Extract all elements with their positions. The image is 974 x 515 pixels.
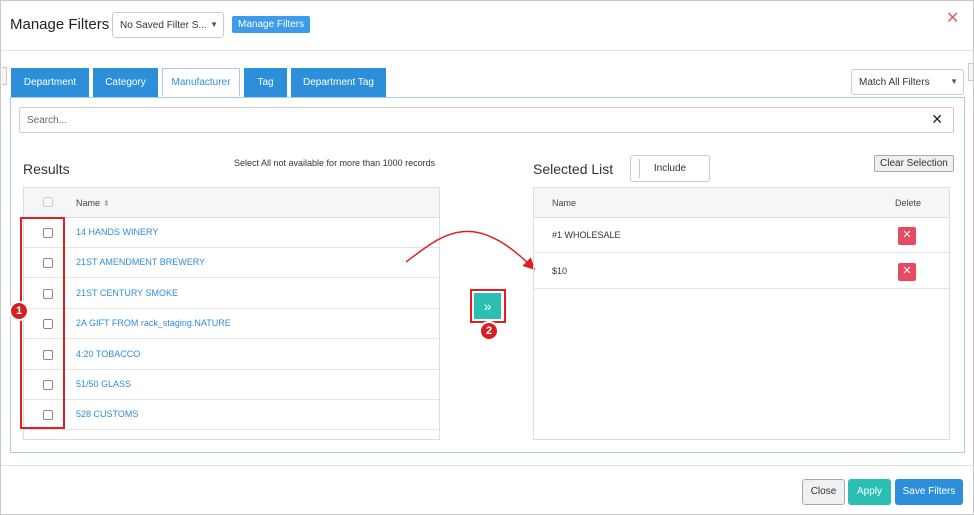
name-column-header[interactable]: Name ⬍ xyxy=(76,198,110,208)
tab-department[interactable]: Department xyxy=(11,68,89,97)
close-icon[interactable]: ✕ xyxy=(946,9,959,29)
caret-down-icon: ▼ xyxy=(210,20,218,29)
tab-tag[interactable]: Tag xyxy=(244,68,287,97)
result-link[interactable]: 528 CUSTOMS xyxy=(76,409,138,419)
select-all-note: Select All not available for more than 1… xyxy=(234,158,436,168)
search-placeholder: Search... xyxy=(27,115,68,126)
annotation-highlight-checkboxes xyxy=(20,217,65,429)
saved-filter-select[interactable]: No Saved Filter S... ▼ xyxy=(112,12,224,38)
result-link[interactable]: 21ST AMENDMENT BREWERY xyxy=(76,257,205,267)
select-all-checkbox[interactable] xyxy=(43,197,53,207)
right-edge-handle xyxy=(968,63,973,81)
result-link[interactable]: 4:20 TOBACCO xyxy=(76,349,140,359)
match-filters-select[interactable]: Match All Filters ▼ xyxy=(851,69,964,95)
toggle-divider xyxy=(639,159,640,178)
annotation-arrow xyxy=(405,230,536,271)
search-input[interactable]: Search... ✕ xyxy=(19,107,954,133)
selected-list-title: Selected List xyxy=(533,161,614,177)
table-row: #1 WHOLESALE ✕ xyxy=(534,218,949,253)
caret-down-icon: ▼ xyxy=(950,77,958,86)
table-row: 4:20 TOBACCO xyxy=(24,340,439,370)
results-title: Results xyxy=(23,161,70,177)
delete-column-header: Delete xyxy=(895,198,922,208)
saved-filter-value: No Saved Filter S... xyxy=(120,20,207,31)
dialog-title: Manage Filters xyxy=(10,16,110,33)
annotation-badge-1: 1 xyxy=(9,301,29,321)
table-row: 14 HANDS WINERY xyxy=(24,218,439,248)
table-row: 528 CUSTOMS xyxy=(24,400,439,430)
match-filters-value: Match All Filters xyxy=(859,77,930,88)
annotation-badge-2: 2 xyxy=(479,321,499,341)
apply-button[interactable]: Apply xyxy=(848,479,891,505)
table-row: 2A GIFT FROM rack_staging.NATURE xyxy=(24,309,439,339)
dialog-header: Manage Filters No Saved Filter S... ▼ Ma… xyxy=(1,1,973,51)
selected-item-name: #1 WHOLESALE xyxy=(552,230,621,240)
manage-filters-button[interactable]: Manage Filters xyxy=(232,16,311,33)
table-row: $10 ✕ xyxy=(534,254,949,289)
result-link[interactable]: 51/50 GLASS xyxy=(76,379,131,389)
result-link[interactable]: 21ST CENTURY SMOKE xyxy=(76,288,178,298)
selected-item-name: $10 xyxy=(552,266,568,276)
tab-department-tag[interactable]: Department Tag xyxy=(291,68,386,97)
table-row: 51/50 GLASS xyxy=(24,370,439,400)
left-edge-handle xyxy=(2,67,7,85)
result-link[interactable]: 2A GIFT FROM rack_staging.NATURE xyxy=(76,318,231,328)
clear-search-icon[interactable]: ✕ xyxy=(931,111,943,128)
save-filters-button[interactable]: Save Filters xyxy=(895,479,963,505)
result-link[interactable]: 14 HANDS WINERY xyxy=(76,227,158,237)
delete-icon[interactable]: ✕ xyxy=(898,227,916,245)
sort-icon[interactable]: ⬍ xyxy=(103,199,110,208)
annotation-highlight-move-button xyxy=(470,289,506,323)
name-column-header: Name xyxy=(552,198,577,208)
table-row: 21ST CENTURY SMOKE xyxy=(24,279,439,309)
selected-table: Name Delete #1 WHOLESALE ✕ $10 ✕ xyxy=(533,187,950,440)
include-label: Include xyxy=(653,163,687,174)
tab-category[interactable]: Category xyxy=(93,68,158,97)
footer-divider xyxy=(1,465,973,466)
tab-manufacturer[interactable]: Manufacturer xyxy=(162,68,240,97)
delete-icon[interactable]: ✕ xyxy=(898,263,916,281)
table-row: 21ST AMENDMENT BREWERY xyxy=(24,248,439,278)
clear-selection-button[interactable]: Clear Selection xyxy=(874,155,954,172)
results-table: Name ⬍ 14 HANDS WINERY 21ST AMENDMENT BRE… xyxy=(23,187,440,440)
close-button[interactable]: Close xyxy=(802,479,845,505)
selected-table-header: Name Delete xyxy=(534,188,949,218)
results-table-header: Name ⬍ xyxy=(24,188,439,218)
include-toggle[interactable]: Include xyxy=(630,155,710,182)
manage-filters-dialog: Manage Filters No Saved Filter S... ▼ Ma… xyxy=(0,0,974,515)
name-column-label: Name xyxy=(76,198,101,208)
